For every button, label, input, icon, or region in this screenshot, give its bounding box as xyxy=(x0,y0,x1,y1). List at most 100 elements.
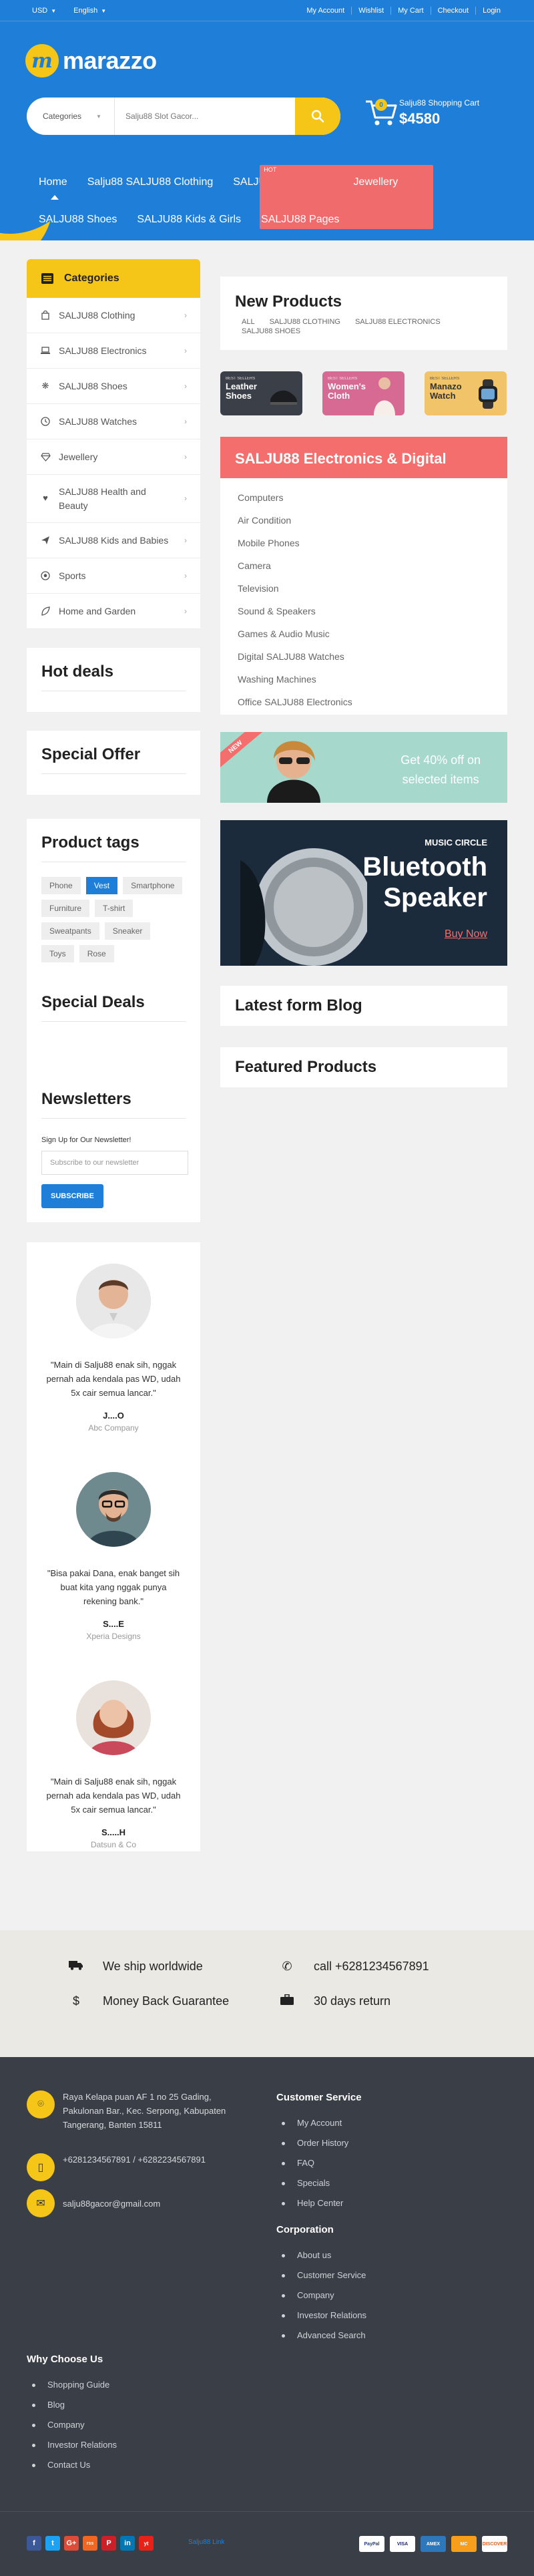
tab-all[interactable]: ALL xyxy=(242,318,255,326)
search-input[interactable] xyxy=(115,98,295,135)
electronics-link[interactable]: Games & Audio Music xyxy=(238,622,490,645)
rss-icon[interactable]: rss xyxy=(83,2536,97,2551)
footer-link[interactable]: Specials xyxy=(276,2173,348,2193)
category-item[interactable]: Jewellery › xyxy=(27,439,200,475)
category-item[interactable]: SALJU88 Kids and Babies › xyxy=(27,523,200,558)
banner-manazo-watch[interactable]: BEST SELLERS Manazo Watch xyxy=(425,371,507,415)
footer-sign[interactable]: Salju88 Link xyxy=(188,2539,224,2546)
footer-link[interactable]: Company xyxy=(276,2285,366,2306)
banner-leather-shoes[interactable]: BEST SELLERS Leather Shoes xyxy=(220,371,302,415)
footer-link[interactable]: My Account xyxy=(276,2113,348,2133)
footer-link[interactable]: Company xyxy=(27,2415,117,2435)
top-link-my-cart[interactable]: My Cart xyxy=(391,6,431,15)
nav-kids-girls[interactable]: SALJU88 Kids & Girls xyxy=(137,214,241,226)
bluetooth-banner[interactable]: MUSIC CIRCLE Bluetooth Speaker Buy Now xyxy=(220,820,507,966)
tab-electronics[interactable]: SALJU88 ELECTRONICS xyxy=(355,318,441,326)
top-link-wishlist[interactable]: Wishlist xyxy=(352,6,392,15)
nav-clothing[interactable]: Salju88 SALJU88 Clothing xyxy=(87,176,214,188)
youtube-icon[interactable]: yt xyxy=(139,2536,154,2551)
search-category-select[interactable]: Categories ▼ xyxy=(27,98,115,135)
shopping-cart[interactable]: 0 Salju88 Shopping Cart $4580 xyxy=(363,95,479,131)
payment-methods: PayPal VISA AMEX MC DISCOVER xyxy=(359,2536,507,2552)
visa-icon: VISA xyxy=(390,2536,415,2552)
electronics-link[interactable]: Mobile Phones xyxy=(238,532,490,554)
category-item[interactable]: SALJU88 Watches › xyxy=(27,404,200,439)
tag-item[interactable]: Sweatpants xyxy=(41,922,99,940)
footer-link[interactable]: About us xyxy=(276,2245,366,2265)
category-item[interactable]: ❋ SALJU88 Shoes › xyxy=(27,369,200,404)
electronics-link[interactable]: Office SALJU88 Electronics xyxy=(238,691,490,713)
footer-link[interactable]: Order History xyxy=(276,2133,348,2153)
footer-email[interactable]: ✉ salju88gacor@gmail.com xyxy=(27,2189,254,2217)
tag-item[interactable]: Sneaker xyxy=(104,922,151,940)
ship-item: ✆ call +6281234567891 xyxy=(278,1960,429,1974)
facebook-icon[interactable]: f xyxy=(27,2536,41,2551)
pinterest-icon[interactable]: P xyxy=(101,2536,116,2551)
tag-item-active[interactable]: Vest xyxy=(85,877,118,894)
categories-title: Categories xyxy=(64,272,119,284)
electronics-link[interactable]: Air Condition xyxy=(238,509,490,532)
category-item[interactable]: Home and Garden › xyxy=(27,594,200,629)
ship-item: We ship worldwide xyxy=(67,1960,203,1974)
nav-jewellery[interactable]: Jewellery xyxy=(354,176,398,188)
subscribe-button[interactable]: SUBSCRIBE xyxy=(41,1184,103,1208)
footer-link[interactable]: Customer Service xyxy=(276,2265,366,2285)
testimonial-card: "Bisa pakai Dana, enak banget sih buat k… xyxy=(27,1472,200,1641)
newsletter-subtitle: Sign Up for Our Newsletter! xyxy=(41,1136,131,1144)
tag-item[interactable]: Phone xyxy=(41,877,81,894)
footer-link[interactable]: Contact Us xyxy=(27,2455,117,2475)
phone-icon: ✆ xyxy=(282,1960,292,1973)
category-item[interactable]: SALJU88 Electronics › xyxy=(27,333,200,369)
buy-now-link[interactable]: Buy Now xyxy=(445,928,487,940)
tab-shoes[interactable]: SALJU88 SHOES xyxy=(242,327,300,335)
banner-womens-cloth[interactable]: BEST SELLERS Women's Cloth xyxy=(322,371,405,415)
tag-item[interactable]: Furniture xyxy=(41,900,90,917)
tag-item[interactable]: Smartphone xyxy=(123,877,183,894)
offer-line-2: selected items xyxy=(402,772,479,786)
electronics-link[interactable]: Computers xyxy=(238,486,490,509)
nav-shoes[interactable]: SALJU88 Shoes xyxy=(39,214,117,226)
top-link-login[interactable]: Login xyxy=(476,7,507,15)
footer-link[interactable]: Advanced Search xyxy=(276,2326,366,2346)
electronics-link[interactable]: Television xyxy=(238,577,490,600)
electronics-link[interactable]: Digital SALJU88 Watches xyxy=(238,645,490,668)
cart-label: Salju88 Shopping Cart xyxy=(399,98,480,108)
newsletter-email-input[interactable]: Subscribe to our newsletter xyxy=(41,1151,188,1175)
featured-products-panel: Featured Products xyxy=(220,1047,507,1087)
linkedin-icon[interactable]: in xyxy=(120,2536,135,2551)
top-link-checkout[interactable]: Checkout xyxy=(431,6,477,15)
nav-home[interactable]: Home xyxy=(39,176,67,200)
discover-icon: DISCOVER xyxy=(482,2536,507,2552)
offer-banner[interactable]: NEW Get 40% off on selected items xyxy=(220,732,507,803)
footer-link[interactable]: Help Center xyxy=(276,2193,348,2213)
footer-link[interactable]: Blog xyxy=(27,2395,117,2415)
footer-link[interactable]: FAQ xyxy=(276,2153,348,2173)
tag-item[interactable]: T-shirt xyxy=(95,900,134,917)
language-select[interactable]: English ▼ xyxy=(73,7,106,15)
twitter-icon[interactable]: t xyxy=(45,2536,60,2551)
paper-plane-icon xyxy=(40,535,51,546)
truck-icon xyxy=(67,1960,85,1974)
google-plus-icon[interactable]: G+ xyxy=(64,2536,79,2551)
category-item[interactable]: SALJU88 Clothing › xyxy=(27,298,200,333)
category-item[interactable]: ♥ SALJU88 Health and Beauty › xyxy=(27,475,200,523)
footer-link[interactable]: Investor Relations xyxy=(276,2306,366,2326)
nav-electronics[interactable]: SALJU88 ElectronicsHOT xyxy=(233,165,434,229)
tag-item[interactable]: Toys xyxy=(41,945,74,962)
briefcase-icon xyxy=(278,1994,296,2008)
why-choose-us-title: Why Choose Us xyxy=(27,2354,103,2365)
electronics-link[interactable]: Camera xyxy=(238,554,490,577)
top-link-my-account[interactable]: My Account xyxy=(300,6,352,15)
footer-link[interactable]: Shopping Guide xyxy=(27,2375,117,2395)
tag-item[interactable]: Rose xyxy=(79,945,114,962)
tab-clothing[interactable]: SALJU88 CLOTHING xyxy=(270,318,340,326)
currency-select[interactable]: USD ▼ xyxy=(32,7,56,15)
search-button[interactable] xyxy=(295,98,340,135)
electronics-link[interactable]: Washing Machines xyxy=(238,668,490,691)
logo[interactable]: m marazzo xyxy=(25,44,157,77)
footer-phone: ▯ +6281234567891 / +6282234567891 xyxy=(27,2153,254,2181)
footer-link[interactable]: Investor Relations xyxy=(27,2435,117,2455)
electronics-link[interactable]: Sound & Speakers xyxy=(238,600,490,622)
nav-pages[interactable]: SALJU88 Pages xyxy=(261,214,339,226)
category-item[interactable]: Sports › xyxy=(27,558,200,594)
